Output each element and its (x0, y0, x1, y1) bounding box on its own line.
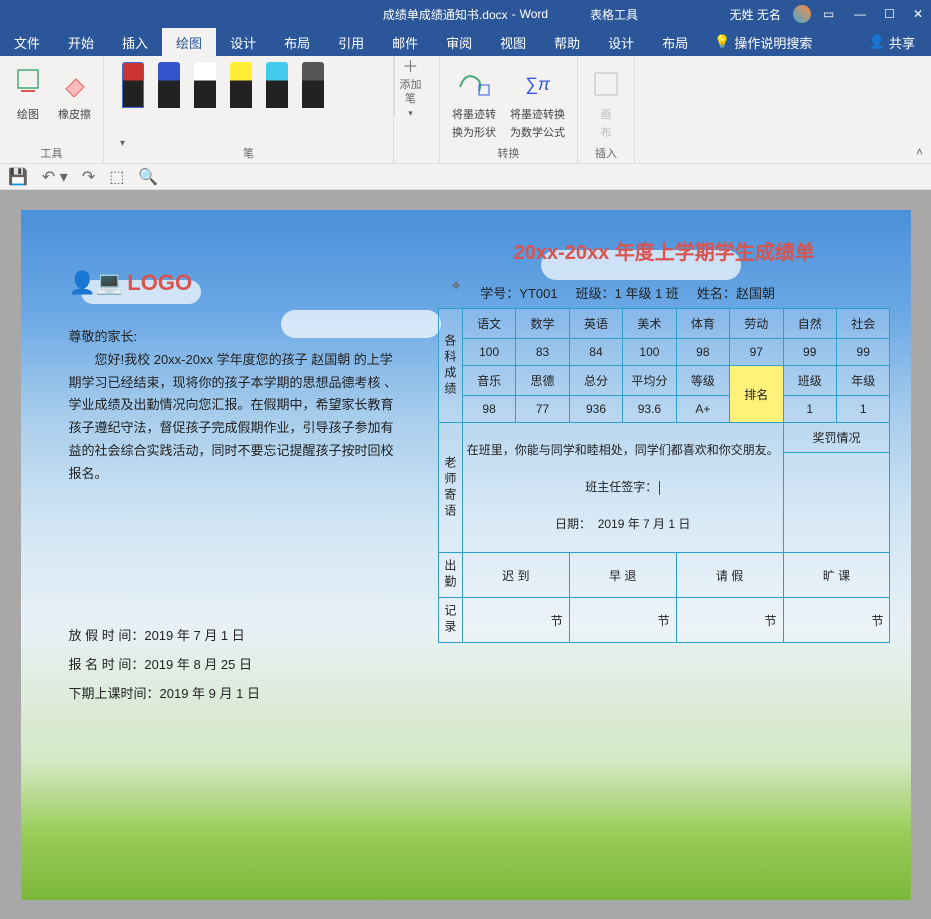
group-label-pens: 笔 (112, 143, 385, 163)
menu-home[interactable]: 开始 (54, 28, 108, 56)
menu-draw[interactable]: 绘图 (162, 28, 216, 56)
share-button[interactable]: 👤 共享 (853, 33, 931, 52)
ink-to-math-button[interactable]: ∑π 将墨迹转换 为数学公式 (506, 60, 569, 140)
logo-icon: 👤💻 (69, 270, 124, 296)
menu-bar: 文件 开始 插入 绘图 设计 布局 引用 邮件 审阅 视图 帮助 设计 布局 💡… (0, 28, 931, 56)
add-pen-button[interactable]: ＋ 添加笔 ▾ (394, 56, 426, 116)
document-title: 成绩单成绩通知书.docx (383, 6, 508, 23)
eraser-button[interactable]: 橡皮擦 (54, 60, 95, 122)
insert-canvas-button[interactable]: 画 布 (586, 60, 626, 140)
close-icon[interactable]: ✕ (913, 7, 923, 21)
document-page: 👤💻 LOGO 尊敬的家长: 您好!我校 20xx-20xx 学年度您的孩子 赵… (21, 210, 911, 900)
user-name[interactable]: 无姓 无名 (729, 6, 780, 23)
pen-gallery-dropdown-icon[interactable]: ▾ (120, 138, 125, 149)
draw-tool-button[interactable]: 绘图 (8, 60, 48, 122)
pen-blue[interactable] (158, 62, 180, 108)
table-anchor-icon[interactable]: ✥ (452, 281, 460, 302)
menu-design[interactable]: 设计 (216, 28, 270, 56)
group-label-insert: 插入 (586, 143, 626, 163)
menu-layout[interactable]: 布局 (270, 28, 324, 56)
student-name: 赵国朝 (736, 286, 775, 301)
touch-mode-icon[interactable]: ⬚ (109, 167, 124, 187)
date-holiday: 放 假 时 间：2019 年 7 月 1 日 (69, 625, 400, 644)
redo-icon[interactable]: ↷ (82, 167, 95, 187)
pen-yellow[interactable] (230, 62, 252, 108)
group-label-tools: 工具 (8, 143, 95, 163)
minimize-icon[interactable]: — (854, 7, 866, 21)
menu-table-layout[interactable]: 布局 (648, 28, 702, 56)
pen-red[interactable] (122, 62, 144, 108)
teacher-message-cell[interactable]: 在班里，你能与同学和睦相处，同学们都喜欢和你交朋友。 班主任签字： 日期： 20… (462, 423, 783, 553)
lightbulb-icon: 💡 (714, 34, 730, 50)
document-area[interactable]: 👤💻 LOGO 尊敬的家长: 您好!我校 20xx-20xx 学年度您的孩子 赵… (0, 190, 931, 919)
student-class: 1 年级 1 班 (615, 286, 679, 301)
pen-black[interactable] (302, 62, 324, 108)
user-avatar-icon[interactable] (793, 5, 811, 23)
rank-label: 排名 (730, 366, 783, 423)
text-cursor (659, 481, 660, 495)
menu-mail[interactable]: 邮件 (378, 28, 432, 56)
menu-review[interactable]: 审阅 (432, 28, 486, 56)
pen-cyan[interactable] (266, 62, 288, 108)
context-tab-label: 表格工具 (590, 6, 638, 23)
letter-greeting: 尊敬的家长: (69, 326, 400, 349)
print-preview-icon[interactable]: 🔍 (138, 167, 158, 187)
title-bar: 成绩单成绩通知书.docx - Word 表格工具 无姓 无名 ▭ — ☐ ✕ (0, 0, 931, 28)
plus-icon: ＋ (402, 53, 418, 77)
app-name: Word (520, 7, 548, 21)
share-icon: 👤 (869, 34, 885, 50)
menu-file[interactable]: 文件 (0, 28, 54, 56)
group-label-convert: 转换 (448, 143, 569, 163)
report-table[interactable]: 各科成绩 语文数学英语美术体育劳动自然社会 100838410098979999… (438, 308, 891, 643)
menu-table-design[interactable]: 设计 (594, 28, 648, 56)
menu-help[interactable]: 帮助 (540, 28, 594, 56)
menu-view[interactable]: 视图 (486, 28, 540, 56)
undo-icon[interactable]: ↶ ▾ (42, 167, 68, 187)
menu-references[interactable]: 引用 (324, 28, 378, 56)
save-icon[interactable]: 💾 (8, 167, 28, 187)
report-title: 20xx-20xx 年度上学期学生成绩单 (438, 236, 891, 265)
quick-access-toolbar: 💾 ↶ ▾ ↷ ⬚ 🔍 (0, 164, 931, 190)
reward-label: 奖罚情况 (783, 423, 890, 453)
record-label: 记录 (438, 598, 462, 643)
pen-white[interactable] (194, 62, 216, 108)
letter-body: 您好!我校 20xx-20xx 学年度您的孩子 赵国朝 的上学期学习已经结束，现… (69, 349, 400, 486)
menu-insert[interactable]: 插入 (108, 28, 162, 56)
ink-to-shape-button[interactable]: 将墨迹转 换为形状 (448, 60, 500, 140)
collapse-ribbon-icon[interactable]: ˄ (916, 145, 923, 159)
attend-label: 出勤 (438, 553, 462, 598)
maximize-icon[interactable]: ☐ (884, 7, 895, 21)
msg-label: 老师寄语 (438, 423, 462, 553)
reward-cell (783, 453, 890, 553)
date-next: 下期上课时间：2019 年 9 月 1 日 (69, 683, 400, 702)
logo-text: LOGO (127, 270, 192, 296)
ribbon-mode-icon[interactable]: ▭ (823, 7, 834, 21)
student-id: YT001 (519, 286, 557, 301)
date-register: 报 名 时 间：2019 年 8 月 25 日 (69, 654, 400, 673)
ribbon: 绘图 橡皮擦 工具 ▾ 笔 ＋ 添加笔 ▾ (0, 56, 931, 164)
tell-me-search[interactable]: 💡 操作说明搜索 (702, 33, 824, 52)
scores-label: 各科成绩 (438, 309, 462, 423)
